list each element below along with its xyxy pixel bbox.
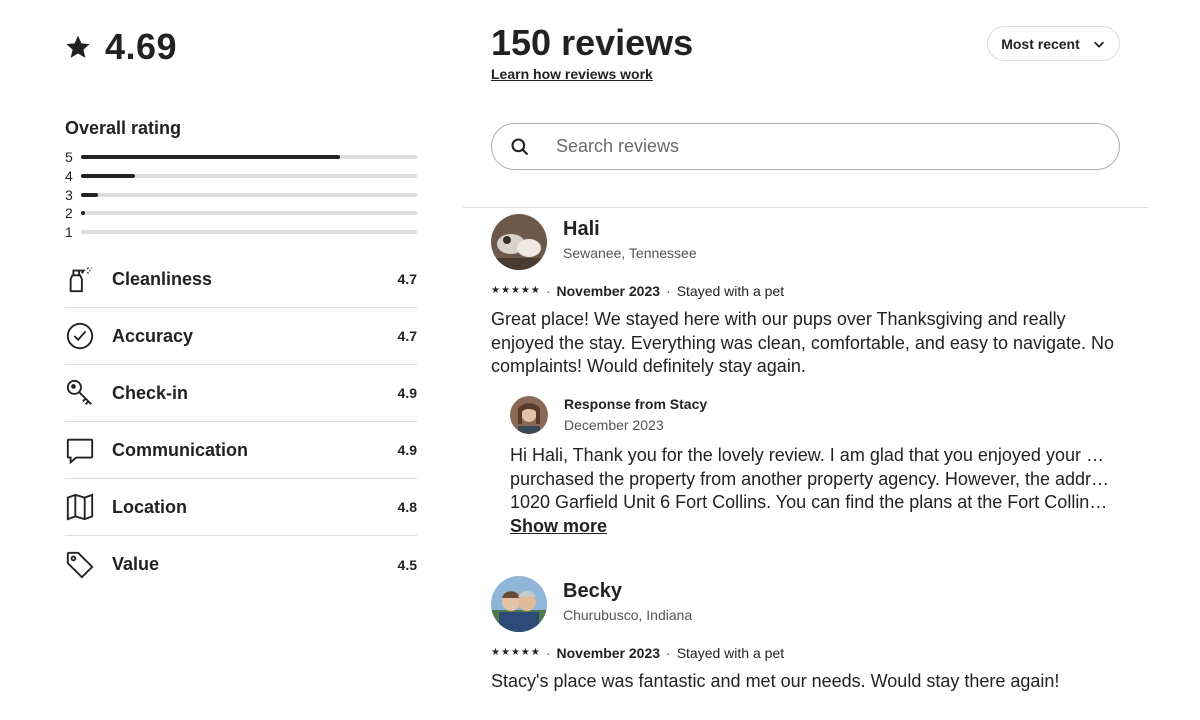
response-date: December 2023 bbox=[564, 417, 664, 433]
review-date: November 2023 bbox=[556, 283, 661, 299]
rating-bar-label: 2 bbox=[65, 205, 73, 222]
category-accuracy: Accuracy 4.7 bbox=[65, 308, 417, 365]
category-name: Cleanliness bbox=[112, 268, 213, 289]
rating-bar-label: 5 bbox=[65, 149, 73, 166]
rating-bar-label: 4 bbox=[65, 168, 73, 185]
rating-bar-track bbox=[81, 174, 417, 179]
review-meta: ★ ★ ★ ★ ★ · November 2023 · Stayed with a pe… bbox=[491, 283, 785, 299]
rating-bar-row: 2 bbox=[65, 204, 417, 223]
category-checkin: Check-in 4.9 bbox=[65, 365, 417, 422]
overall-rating-title: Overall rating bbox=[65, 118, 182, 138]
category-score: 4.9 bbox=[397, 385, 417, 401]
reviewer-name: Hali bbox=[563, 218, 600, 240]
reviewer-name: Becky bbox=[563, 580, 622, 602]
rating-distribution: 5 43 2 1 bbox=[65, 148, 417, 241]
chat-bubble-icon bbox=[65, 435, 95, 465]
rating-bar-fill bbox=[81, 155, 340, 160]
rating-bar-label: 1 bbox=[65, 224, 73, 241]
reviewer-location: Churubusco, Indiana bbox=[563, 607, 693, 623]
reviews-count-title: 150 reviews bbox=[491, 22, 694, 63]
category-score: 4.9 bbox=[397, 442, 417, 458]
search-reviews-box[interactable] bbox=[491, 123, 1120, 170]
review-text: Stacy's place was fantastic and met our … bbox=[491, 671, 1060, 691]
category-score: 4.7 bbox=[397, 328, 417, 344]
category-communication: Communication 4.9 bbox=[65, 422, 417, 479]
rating-bar-fill bbox=[81, 211, 85, 216]
check-circle-icon bbox=[65, 321, 95, 351]
star-icon bbox=[66, 35, 90, 58]
rating-bar-track bbox=[81, 230, 417, 235]
response-header: Response from Stacy bbox=[564, 396, 708, 412]
review-date: November 2023 bbox=[556, 645, 661, 661]
sort-dropdown[interactable]: Most recent bbox=[987, 26, 1120, 61]
chevron-down-icon bbox=[1093, 41, 1104, 48]
category-value: Value 4.5 bbox=[65, 536, 417, 593]
category-score: 4.5 bbox=[397, 556, 417, 573]
category-name: Value bbox=[112, 554, 160, 574]
map-icon bbox=[65, 492, 95, 522]
category-name: Communication bbox=[112, 439, 249, 460]
rating-bar-track bbox=[81, 155, 417, 160]
category-name: Location bbox=[112, 496, 187, 517]
category-ratings: Cleanliness 4.7 Accuracy 4.7 Check-in 4.… bbox=[65, 251, 417, 593]
category-name: Accuracy bbox=[112, 325, 194, 346]
category-name: Check-in bbox=[112, 382, 189, 403]
rating-bar-label: 3 bbox=[65, 186, 73, 203]
rating-bar-row: 4 bbox=[65, 167, 417, 186]
stay-type: Stayed with a pet bbox=[676, 645, 785, 661]
avatar[interactable] bbox=[491, 214, 547, 270]
tag-icon bbox=[65, 550, 95, 580]
learn-how-reviews-work-link[interactable]: Learn how reviews work bbox=[491, 66, 653, 82]
category-score: 4.7 bbox=[397, 271, 417, 287]
overall-rating-value: 4.69 bbox=[105, 26, 178, 67]
category-score: 4.8 bbox=[397, 499, 417, 515]
review-meta: ★ ★ ★ ★ ★ · November 2023 · Stayed with a pe… bbox=[491, 645, 785, 661]
spray-bottle-icon bbox=[65, 264, 95, 294]
rating-bar-fill bbox=[81, 174, 135, 179]
rating-bar-row: 5 bbox=[65, 148, 417, 167]
search-icon bbox=[511, 137, 529, 155]
host-avatar[interactable] bbox=[510, 396, 548, 434]
response-line: purchased the property from another prop… bbox=[510, 468, 1110, 489]
rating-bar-fill bbox=[81, 192, 98, 197]
response-line: Hi Hali, Thank you for the lovely review… bbox=[510, 445, 1110, 465]
review-text: Great place! We stayed here with our pup… bbox=[491, 309, 1115, 376]
rating-bar-track bbox=[81, 192, 417, 197]
rating-bar-track bbox=[81, 211, 417, 216]
category-location: Location 4.8 bbox=[65, 479, 417, 536]
stay-type: Stayed with a pet bbox=[676, 283, 785, 299]
search-input[interactable] bbox=[556, 136, 1076, 157]
overall-rating: 4.69 bbox=[65, 26, 177, 68]
response-line: 1020 Garfield Unit 6 Fort Collins. You c… bbox=[510, 492, 1110, 512]
reviewer-location: Sewanee, Tennessee bbox=[563, 245, 697, 261]
show-more-button[interactable]: Show more bbox=[510, 516, 607, 537]
avatar[interactable] bbox=[491, 576, 547, 632]
category-cleanliness: Cleanliness 4.7 bbox=[65, 251, 417, 308]
sort-label: Most recent bbox=[1001, 35, 1080, 52]
rating-bar-row: 1 bbox=[65, 223, 417, 242]
five-star-icon: ★ ★ ★ ★ ★ bbox=[491, 285, 540, 296]
key-icon bbox=[65, 378, 95, 408]
response-text: Hi Hali, Thank you for the lovely review… bbox=[510, 444, 1110, 514]
rating-bar-row: 3 bbox=[65, 185, 417, 204]
header-divider bbox=[463, 207, 1148, 208]
five-star-icon: ★ ★ ★ ★ ★ bbox=[491, 647, 540, 658]
